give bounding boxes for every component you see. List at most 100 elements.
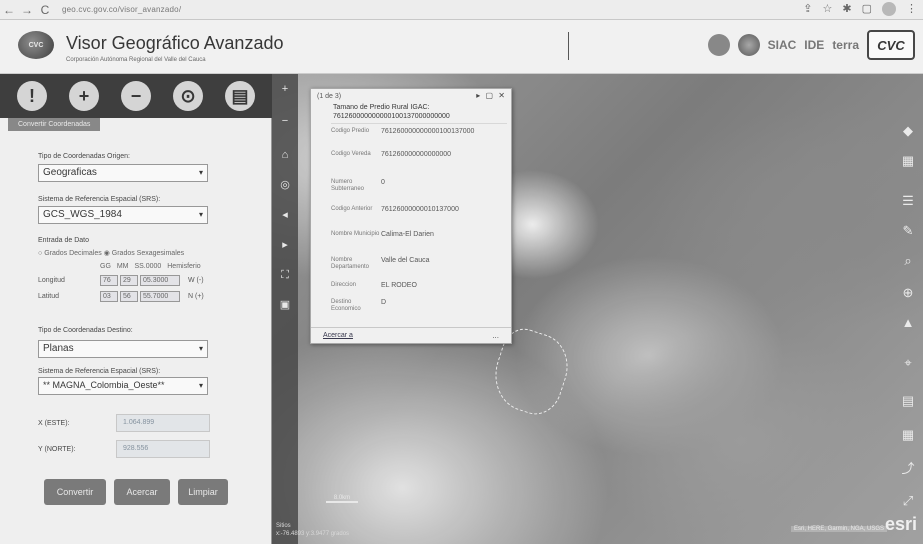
popup-row-key: Nombre Municipio [331, 231, 380, 237]
latitude-row: Latitud 03 56 55.7000 N (+) [38, 291, 204, 302]
home-icon[interactable]: ⌂ [277, 148, 293, 162]
popup-row: Destino Economico D [331, 299, 386, 313]
cvc-logo[interactable]: CVC [867, 30, 915, 60]
convert-button[interactable]: Convertir [44, 479, 106, 505]
origin-srs-label: Sistema de Referencia Espacial (SRS): [38, 196, 161, 203]
page-subtitle: Corporación Autónoma Regional del Valle … [66, 57, 206, 63]
zoom-out-icon[interactable]: − [277, 114, 293, 128]
popup-footer-divider [311, 327, 511, 328]
map-right-toolbar: ◆ ▦ ☰ ✎ ⌕ ⊕ ▲ ⌖ ▤ ▦ ⤴ ⤢ [895, 74, 923, 544]
siac-logo[interactable]: SIAC [768, 38, 797, 52]
popup-pager[interactable]: (1 de 3) [317, 93, 341, 100]
y-north-label: Y (NORTE): [38, 445, 76, 453]
origin-srs-select[interactable]: GCS_WGS_1984 ▾ [38, 206, 208, 224]
filter-icon[interactable]: ⌖ [899, 354, 917, 372]
x-east-value: 1.064.899 [116, 414, 210, 432]
origin-type-value: Geograficas [43, 167, 97, 178]
zoom-button[interactable]: Acercar [114, 479, 170, 505]
popup-row-value: 76126000000010137000 [381, 206, 459, 213]
minus-icon[interactable]: − [121, 81, 151, 111]
popup-row: Codigo Predio 761260000000000100137000 [331, 128, 474, 135]
forward-icon[interactable]: → [18, 3, 36, 17]
popup-row-value: Calima-El Darien [381, 231, 434, 238]
longitude-row: Longitud 76 29 05.3000 W (-) [38, 275, 204, 286]
locate-icon[interactable]: ◎ [277, 178, 293, 192]
dest-srs-value: ** MAGNA_Colombia_Oeste** [43, 380, 165, 390]
popup-row-value: 0 [381, 179, 385, 186]
origin-srs-value: GCS_WGS_1984 [43, 209, 122, 220]
layers-icon[interactable]: ◆ [899, 122, 917, 140]
latitude-gg-input[interactable]: 03 [100, 291, 118, 302]
popup-title-code: 761260000000000100137000000000 [333, 113, 450, 120]
draw-icon[interactable]: ✎ [899, 222, 917, 240]
share-map-icon[interactable]: ⤴ [899, 460, 917, 478]
star-icon[interactable]: ☆ [823, 2, 833, 16]
popup-row-value: D [381, 299, 387, 306]
map-caption-coords: x:-76.4893 y:3.9477 grados [276, 531, 350, 537]
table-icon[interactable]: ▦ [899, 426, 917, 444]
y-north-value: 928.556 [116, 440, 210, 458]
fullscreen-icon[interactable]: ⛶ [277, 268, 293, 282]
map-caption-title: Sitios [276, 523, 291, 529]
globe-icon[interactable]: ⊕ [899, 284, 917, 302]
popup-zoom-link[interactable]: Acercar a [323, 332, 353, 339]
longitude-hemisphere[interactable]: W (-) [188, 277, 204, 284]
zoom-in-icon[interactable]: + [277, 82, 293, 96]
map-attribution[interactable]: Esri, HERE, Garmin, NGA, USGS [790, 526, 887, 532]
popup-controls[interactable]: ▸ ▢ ✕ [476, 91, 505, 100]
leaf-logo-icon [707, 34, 730, 56]
basemap-icon[interactable]: ▦ [899, 152, 917, 170]
chart-icon[interactable]: ▲ [899, 314, 917, 332]
longitude-ss-input[interactable]: 05.3000 [140, 275, 180, 286]
info-icon[interactable]: ! [17, 81, 47, 111]
legend-icon[interactable]: ☰ [899, 192, 917, 210]
extensions-icon[interactable]: ✱ [842, 2, 851, 16]
entry-label: Entrada de Dato [38, 237, 89, 244]
esri-logo[interactable]: esri [885, 514, 917, 535]
dest-type-value: Planas [43, 343, 74, 354]
latitude-mm-input[interactable]: 56 [120, 291, 138, 302]
window-icon[interactable]: ▢ [862, 2, 872, 16]
back-extent-icon[interactable]: ◂ [277, 208, 293, 222]
ide-logo[interactable]: IDE [804, 38, 824, 52]
back-icon[interactable]: ← [0, 3, 18, 17]
document-icon[interactable]: ▤ [225, 81, 255, 111]
popup-row: Codigo Anterior 76126000000010137000 [331, 206, 459, 213]
tool-bar: ! + − ⊙ ▤ [0, 74, 272, 118]
share-icon[interactable]: ⇪ [803, 2, 812, 16]
url-bar[interactable]: geo.cvc.gov.co/visor_avanzado/ [62, 5, 181, 14]
popup-row: Nombre Departamento Valle del Cauca [331, 257, 430, 271]
tab-convert-coordinates[interactable]: Convertir Coordenadas [8, 118, 101, 131]
x-east-label: X (ESTE): [38, 419, 70, 427]
chevron-down-icon: ▾ [198, 344, 203, 353]
measure-icon[interactable]: ▣ [277, 298, 293, 312]
dest-type-select[interactable]: Planas ▾ [38, 340, 208, 358]
popup-title-label: Tamano de Predio Rural IGAC: [333, 104, 430, 111]
longitude-label: Longitud [38, 277, 65, 284]
convert-coordinates-panel: Convertir Coordenadas Tipo de Coordenada… [0, 118, 272, 544]
radio-sexagesimal[interactable]: ◉ [104, 250, 112, 257]
clear-button[interactable]: Limpiar [178, 479, 228, 505]
latitude-hemisphere[interactable]: N (+) [188, 293, 204, 300]
map-coordinates: Sitios x:-76.4893 y:3.9477 grados [276, 522, 349, 538]
menu-icon[interactable]: ⋮ [906, 2, 917, 16]
forward-extent-icon[interactable]: ▸ [277, 238, 293, 252]
expand-icon[interactable]: ⤢ [899, 492, 917, 510]
longitude-mm-input[interactable]: 29 [120, 275, 138, 286]
avatar[interactable] [882, 2, 896, 16]
longitude-gg-input[interactable]: 76 [100, 275, 118, 286]
latitude-ss-input[interactable]: 55.7000 [140, 291, 180, 302]
location-pin-icon[interactable]: ⊙ [173, 81, 203, 111]
dest-srs-select[interactable]: ** MAGNA_Colombia_Oeste** ▾ [38, 377, 208, 395]
terra-logo[interactable]: terra [832, 38, 859, 52]
popup-row: Nombre Municipio Calima-El Darien [331, 231, 434, 238]
x-east-row: X (ESTE): 1.064.899 [38, 414, 210, 432]
reload-icon[interactable]: C [36, 3, 54, 17]
popup-row-value: Valle del Cauca [381, 257, 430, 264]
popup-more-icon[interactable]: ... [492, 331, 499, 340]
origin-type-select[interactable]: Geograficas ▾ [38, 164, 208, 182]
popup-row: Codigo Vereda 761260000000000000 [331, 151, 451, 158]
search-icon[interactable]: ⌕ [899, 252, 917, 270]
plus-icon[interactable]: + [69, 81, 99, 111]
print-icon[interactable]: ▤ [899, 392, 917, 410]
